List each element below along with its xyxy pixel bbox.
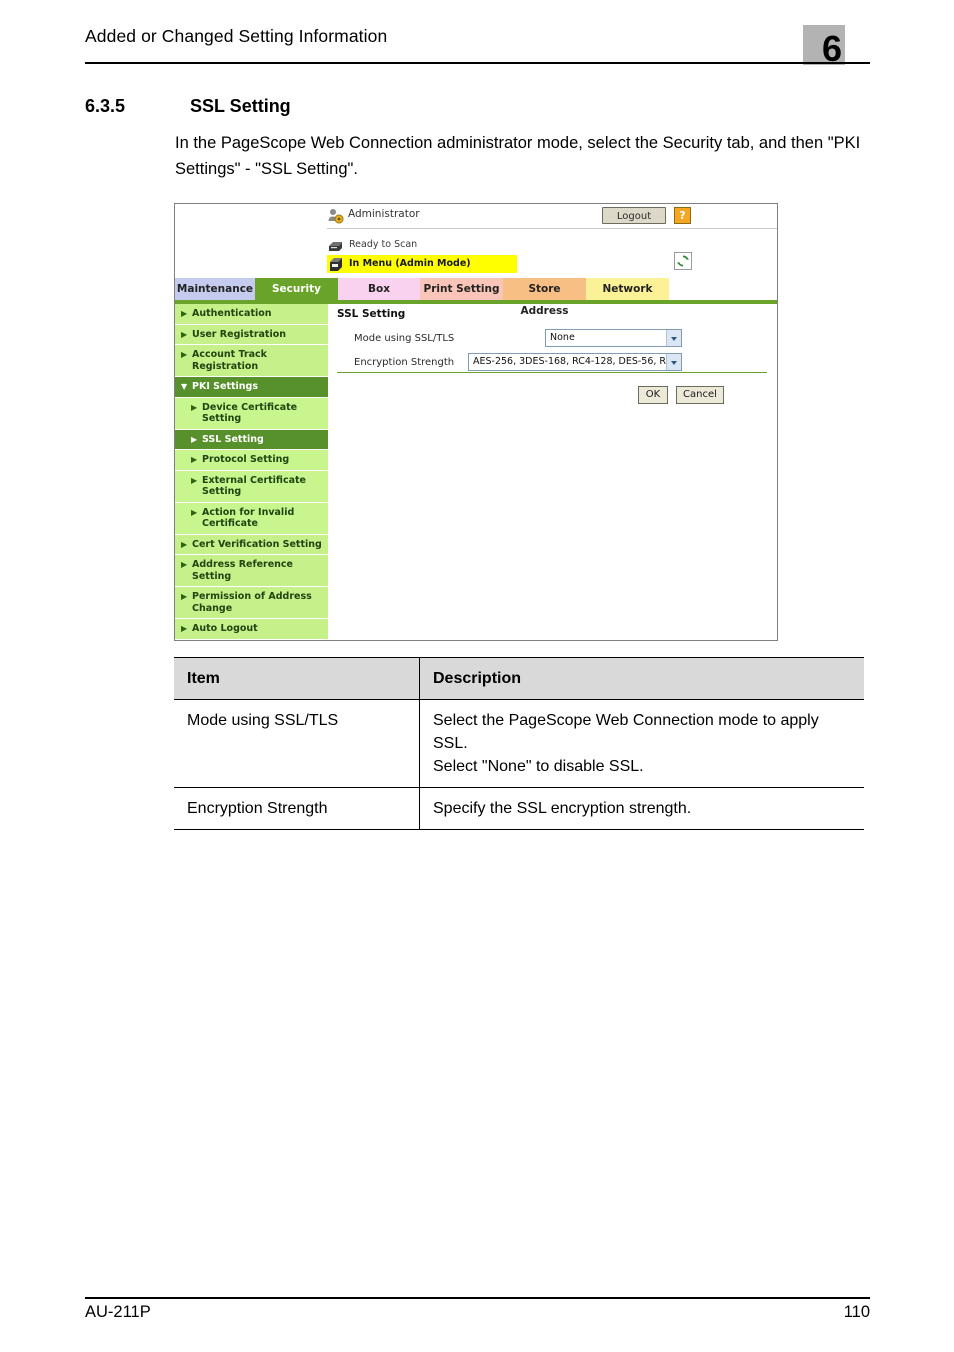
column-header-description: Description [419, 657, 864, 700]
mode-using-ssl-tls-select[interactable]: None [545, 329, 682, 347]
tab-security[interactable]: Security [255, 278, 338, 300]
help-icon[interactable]: ? [674, 207, 691, 224]
field-label: Encryption Strength [354, 357, 455, 368]
cell-description: Select the PageScope Web Connection mode… [419, 699, 864, 788]
description-table: Item Description Mode using SSL/TLS Selec… [174, 657, 864, 830]
chevron-right-icon: ▶ [181, 624, 188, 633]
table-row: Encryption Strength Specify the SSL encry… [174, 787, 864, 830]
content-title: SSL Setting [337, 308, 406, 320]
settings-form: Mode using SSL/TLS None Encryption Strengt… [337, 329, 767, 377]
ok-button[interactable]: OK [638, 386, 668, 404]
sidebar-item-ssl-setting[interactable]: ▶ SSL Setting [175, 429, 328, 450]
web-sidebar: ▶ Authentication ▶ User Registration ▶ Accoun… [175, 304, 328, 640]
form-button-row: OK Cancel [337, 386, 767, 406]
encryption-strength-select[interactable]: AES-256, 3DES-168, RC4-128, DES-56, RC4-… [468, 353, 682, 371]
chevron-right-icon: ▶ [181, 329, 188, 339]
chapter-number: 6 [822, 28, 843, 69]
sidebar-item-label: Cert Verification Setting [192, 538, 322, 550]
tab-store-address[interactable]: Store Address [503, 278, 586, 317]
refresh-icon[interactable] [674, 252, 692, 270]
sidebar-item-label: Authentication [192, 308, 272, 319]
web-content-panel: SSL Setting Mode using SSL/TLS None Encryp… [337, 308, 767, 404]
chevron-right-icon: ▶ [191, 434, 198, 444]
sidebar-item-label: Action for Invalid Certificate [202, 506, 295, 530]
chevron-down-icon[interactable] [666, 354, 681, 370]
sidebar-item-address-reference-setting[interactable]: ▶ Address Reference Setting [175, 555, 328, 587]
section-body-text: In the PageScope Web Connection administ… [175, 134, 861, 178]
select-value: AES-256, 3DES-168, RC4-128, DES-56, RC4-… [473, 356, 682, 367]
administrator-icon [327, 207, 345, 225]
cancel-button[interactable]: Cancel [676, 386, 724, 404]
sidebar-item-user-registration[interactable]: ▶ User Registration [175, 324, 328, 345]
sidebar-item-account-track-registration[interactable]: ▶ Account Track Registration [175, 345, 328, 377]
sidebar-item-pki-settings[interactable]: ▼ PKI Settings [175, 377, 328, 398]
chevron-down-icon: ▼ [181, 382, 188, 391]
chevron-right-icon: ▶ [181, 350, 188, 359]
logout-button[interactable]: Logout [602, 207, 666, 224]
chevron-right-icon: ▶ [191, 455, 198, 464]
cell-item: Encryption Strength [174, 787, 420, 830]
tab-box[interactable]: Box [338, 278, 420, 300]
sidebar-item-protocol-setting[interactable]: ▶ Protocol Setting [175, 450, 328, 471]
sidebar-item-label: Address Reference Setting [192, 559, 293, 582]
sidebar-item-label: Auto Logout [192, 623, 258, 634]
footer-page-number: 110 [843, 1303, 870, 1321]
administrator-label: Administrator [348, 208, 420, 220]
section-heading: 6.3.5 SSL Setting [85, 96, 875, 122]
select-value: None [550, 332, 575, 343]
sidebar-item-label: Account Track Registration [192, 349, 267, 372]
sidebar-bottom-rule [175, 639, 328, 640]
embedded-screenshot: Administrator Logout ? Ready to Scan In … [174, 203, 778, 641]
sidebar-item-authentication[interactable]: ▶ Authentication [175, 304, 328, 325]
field-label: Mode using SSL/TLS [354, 333, 455, 344]
tab-print-setting[interactable]: Print Setting [420, 278, 503, 300]
sidebar-item-label: User Registration [192, 328, 286, 340]
sidebar-item-cert-verification-setting[interactable]: ▶ Cert Verification Setting [175, 534, 328, 555]
form-row: Encryption Strength AES-256, 3DES-168, RC… [337, 353, 767, 377]
sidebar-item-label: Permission of Address Change [192, 591, 312, 614]
topbar-divider [327, 228, 777, 229]
sidebar-item-action-for-invalid-certificate[interactable]: ▶ Action for Invalid Certificate [175, 502, 328, 535]
page-header: Added or Changed Setting Information 6 [85, 25, 870, 72]
sidebar-item-label: Protocol Setting [202, 454, 290, 465]
sidebar-item-device-certificate-setting[interactable]: ▶ Device Certificate Setting [175, 397, 328, 430]
tab-maintenance[interactable]: Maintenance [175, 278, 255, 300]
printer-icon [327, 255, 345, 271]
chevron-right-icon: ▶ [191, 475, 198, 485]
chevron-right-icon: ▶ [181, 592, 188, 601]
web-topbar: Administrator Logout ? [175, 204, 777, 229]
column-header-item: Item [174, 657, 420, 700]
running-title: Added or Changed Setting Information [85, 26, 388, 46]
content-divider [337, 372, 767, 373]
chevron-right-icon: ▶ [191, 507, 198, 517]
web-tabbar: Maintenance Security Box Print Setting Store… [175, 278, 777, 317]
status-row-menu: In Menu (Admin Mode) [327, 255, 517, 273]
scanner-icon [327, 237, 345, 253]
chevron-right-icon: ▶ [181, 309, 188, 318]
table-row: Mode using SSL/TLS Select the PageScope W… [174, 699, 864, 788]
sidebar-item-label: External Certificate Setting [202, 474, 306, 498]
chevron-down-icon[interactable] [666, 330, 681, 346]
sidebar-item-label: SSL Setting [202, 433, 264, 445]
section-number: 6.3.5 [85, 96, 126, 116]
sidebar-item-external-certificate-setting[interactable]: ▶ External Certificate Setting [175, 470, 328, 503]
status-text-ready: Ready to Scan [349, 239, 418, 250]
sidebar-item-auto-logout[interactable]: ▶ Auto Logout [175, 619, 328, 640]
footer-rule [85, 1297, 870, 1299]
chevron-right-icon: ▶ [191, 402, 198, 412]
cell-item: Mode using SSL/TLS [174, 699, 420, 788]
chevron-right-icon: ▶ [181, 539, 188, 549]
cell-description: Specify the SSL encryption strength. [419, 787, 864, 830]
sidebar-item-permission-of-address-change[interactable]: ▶ Permission of Address Change [175, 587, 328, 619]
sidebar-item-label: PKI Settings [192, 381, 259, 392]
chevron-right-icon: ▶ [181, 560, 188, 569]
sidebar-item-label: Device Certificate Setting [202, 401, 298, 425]
table-header-row: Item Description [174, 657, 864, 700]
page-title: SSL Setting [190, 96, 291, 116]
form-row: Mode using SSL/TLS None [337, 329, 767, 353]
tab-network[interactable]: Network [586, 278, 669, 300]
header-rule [85, 62, 870, 64]
status-text-menu: In Menu (Admin Mode) [349, 258, 471, 269]
